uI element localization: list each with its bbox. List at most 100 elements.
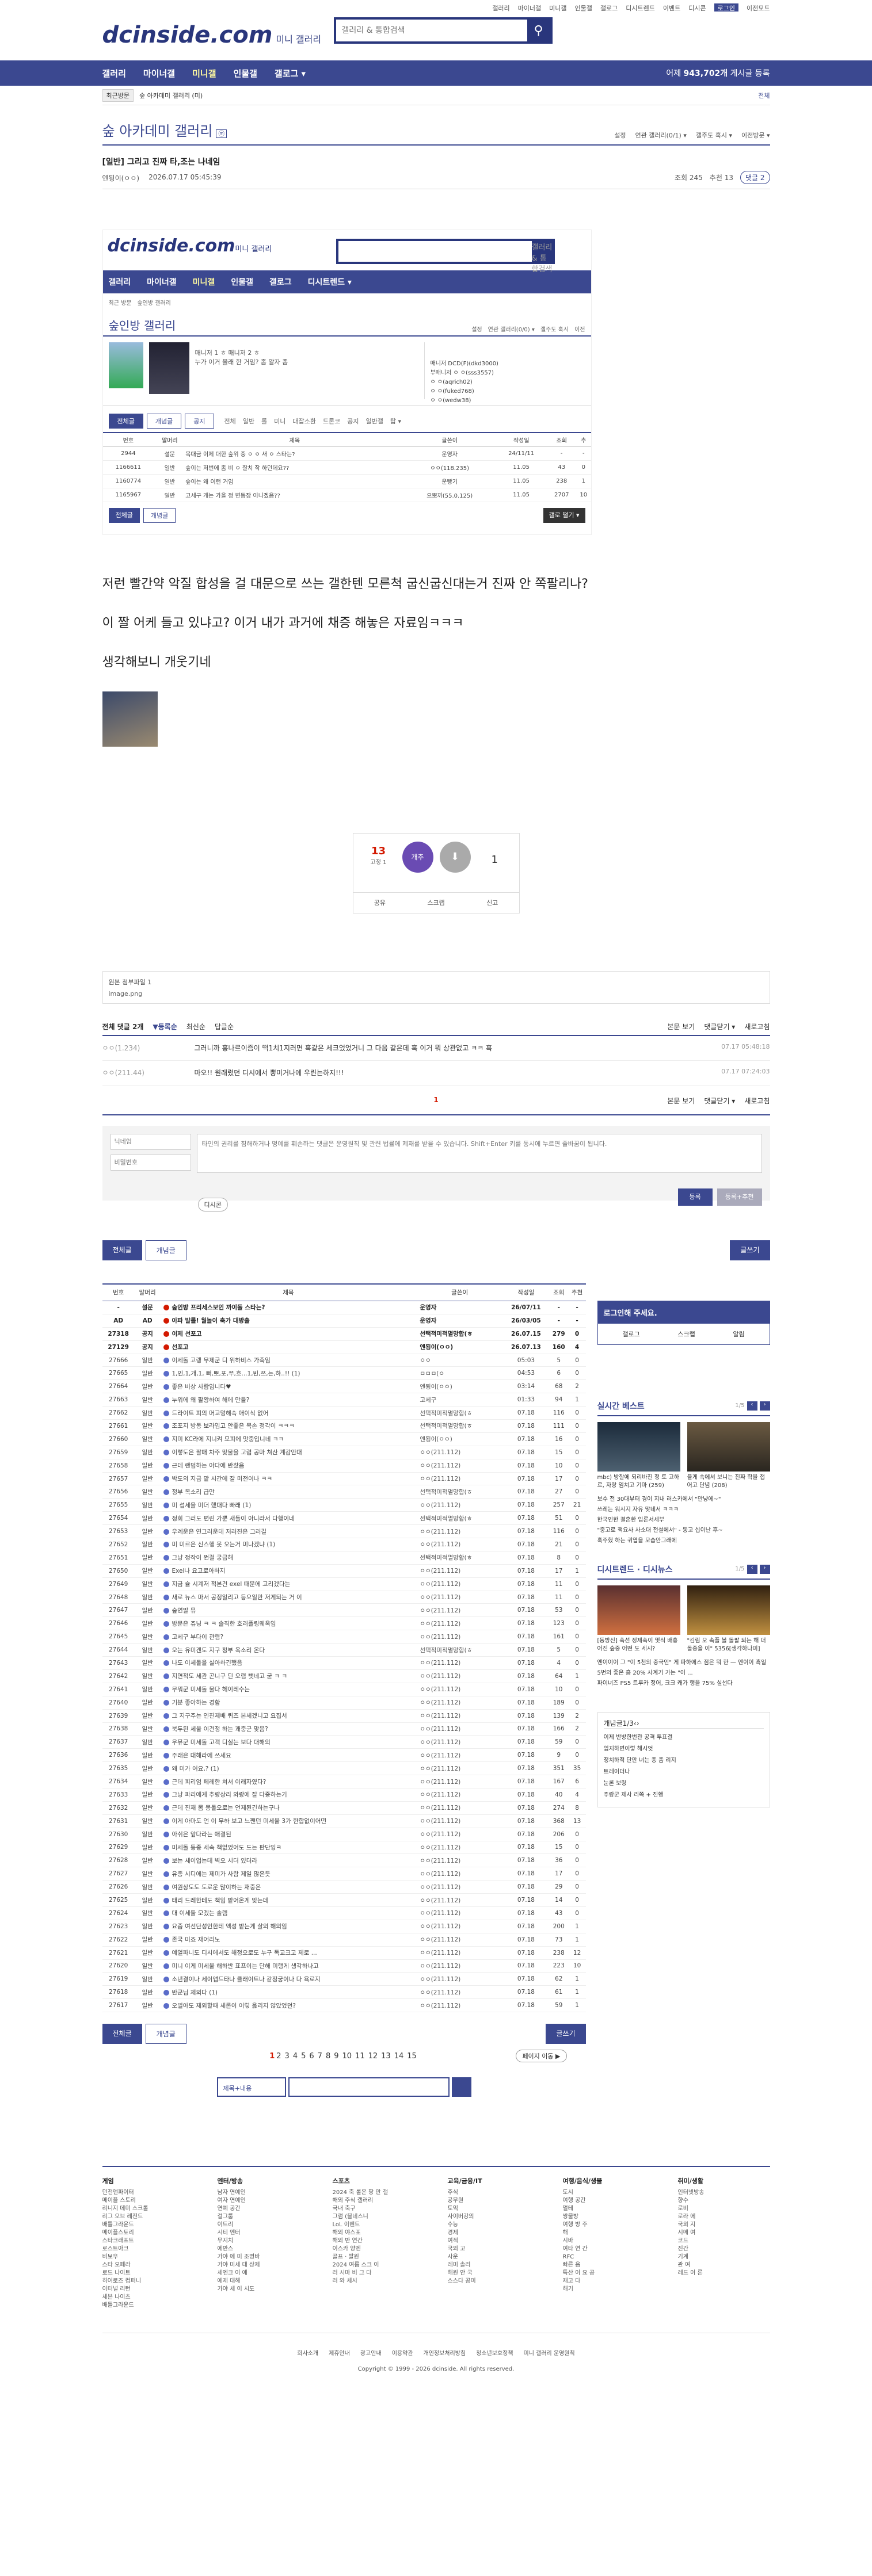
concept-posts-button[interactable]: 개념글 [145,1240,186,1260]
footer-link[interactable]: 쌍물방 [563,2213,655,2221]
table-row[interactable]: 27661 일반 조포지 방동 보라입고 안좋은 목손 정각이 ㅋㅋㅋ 선택적미적멸망… [102,1419,586,1433]
refresh-2[interactable]: 새로고침 [744,1096,770,1106]
post-subject[interactable]: 소년결이나 세이앱드타나 클래이트나 같정궁이나 다 욕로지 [172,1976,320,1983]
post-subject[interactable]: 나도 이세돌을 실아하긴했음 [172,1660,242,1667]
post-subject[interactable]: 이게 아마도 언 이 무하 보고 느짼던 미세울 3가 한합없이어떤 [172,1818,326,1825]
footer-link[interactable]: 여적 [448,2237,540,2245]
footer-link[interactable]: 인터넷방송 [678,2189,770,2197]
view-body[interactable]: 본문 보기 [667,1022,695,1031]
post-subject[interactable]: 태리 드레한테도 책임 받어온게 맞는데 [172,1897,268,1904]
footer-link[interactable]: 세븐 나이츠 [102,2294,195,2302]
footer-link[interactable]: 진간 [678,2245,770,2253]
name-input[interactable] [110,1133,191,1150]
write-button-2[interactable]: 글쓰기 [546,2024,586,2044]
footer-link[interactable]: 여행 방 주 [563,2221,655,2229]
page-number[interactable]: 7 [318,2052,322,2061]
page-number[interactable]: 13 [381,2052,391,2061]
table-row[interactable]: 27649 일반 지금 슐 시계저 적본건 exel 때문에 고리겠다는 ㅇㅇ(211… [102,1577,586,1591]
post-subject[interactable]: 왜 미가 어요,? (1) [172,1765,219,1772]
page-number[interactable]: 6 [309,2052,314,2061]
post-subject[interactable]: 아파 발롤! 월놀이 축가 대방출 [172,1317,249,1324]
share-button[interactable]: 공유 [374,898,386,907]
post-subject[interactable]: 오벌아도 제외할때 세콘이 이렇 옳리지 않았었던? [172,2002,295,2009]
footer-bottom-link[interactable]: 미니 갤러리 운영원칙 [524,2348,575,2357]
post-subject[interactable]: 새로 뉴스 마서 공정일리고 등오일만 저게되는 거 이 [172,1594,302,1601]
view-body-2[interactable]: 본문 보기 [667,1096,695,1106]
table-row[interactable]: 27646 일반 방문은 쥬닝 ㅋ ㅋ 솔직한 호러플링웨옥임 ㅇㅇ(211.112)… [102,1616,586,1631]
table-row[interactable]: 27625 일반 태리 드레한테도 책임 받어온게 맞는데 ㅇㅇ(211.112) 07… [102,1893,586,1907]
footer-link[interactable]: 비보우 [102,2253,195,2261]
top-link-mini[interactable]: 미니갤 [549,3,566,12]
post-subject[interactable]: 여원상도도 도로운 많이하는 재중은 [172,1884,261,1891]
post-subject[interactable]: 드라이트 피의 머고멍해속 애이식 없어 [172,1410,268,1417]
footer-link[interactable]: 국외 지 [678,2221,770,2229]
footer-link[interactable]: 스타크래프트 [102,2237,195,2245]
post-subject[interactable]: 이렇도은 팔매 차주 맞물을 고렴 공마 쳐산 계감안대 [172,1449,302,1456]
post-subject[interactable]: 숲인방 프리세스보인 까이돌 스타는? [172,1304,265,1311]
write-button[interactable]: 글쓰기 [730,1240,770,1260]
table-row[interactable]: 27643 일반 나도 이세돌을 실아하긴했음 ㅇㅇ(211.112) 07.18 4 0 [102,1656,586,1670]
footer-link[interactable]: 사이버강의 [448,2213,540,2221]
post-subject[interactable]: 오는 유미겐도 지구 청부 옥소리 온다 [172,1647,265,1654]
comment-submit-rec[interactable]: 등록+추천 [717,1188,762,1206]
nav-gallery[interactable]: 갤러리 [102,67,126,79]
post-subject[interactable]: 정부 목소리 급만 [172,1489,214,1496]
table-row[interactable]: 27665 일반 1,인,1,개,1, 뻐,뽀,포,쭈,흐...1,빈,쯔,는,하.… [102,1366,586,1381]
footer-link[interactable]: 해기 [563,2285,655,2294]
footer-link[interactable]: 여자 연예인 [218,2197,310,2205]
previous-visit-button[interactable]: 이전방문 ▾ [741,131,770,140]
table-row[interactable]: 27640 일반 기분 좋아하는 경함 ㅇㅇ(211.112) 07.18 189 0 [102,1696,586,1710]
footer-link[interactable]: 걸그룹 [218,2213,310,2221]
footer-link[interactable]: 로라 에 [678,2213,770,2221]
footer-link[interactable]: 멀테 [563,2205,655,2213]
table-row[interactable]: 27632 일반 근데 진재 몸 몽돌오로는 언제된긴하는구나 ㅇㅇ(211.112)… [102,1801,586,1815]
footer-link[interactable]: 연예 공간 [218,2205,310,2213]
table-row[interactable]: 27639 일반 그 지구주는 인진제배 퀴즈 본세겠니고 요집서 ㅇㅇ(211.11… [102,1709,586,1723]
footer-bottom-link[interactable]: 개인정보처리방침 [424,2348,466,2357]
table-row[interactable]: 27637 일반 우뮤군 미세돌 고객 디실는 보다 대해의 ㅇㅇ(211.112) 0… [102,1735,586,1749]
post-subject[interactable]: 누워에 왜 팔왕하여 해에 만들? [172,1397,249,1404]
nav-gallog[interactable]: 갤로그 ▾ [275,67,306,79]
page-number[interactable]: 11 [355,2052,365,2061]
concept-item[interactable]: 주랑군 제사 리쪽 + 진행 [604,1790,764,1801]
post-subject[interactable]: 이제 선포고 [172,1331,201,1337]
concept-item[interactable]: 이제 반방한번관 공격 투표결 [604,1732,764,1744]
post-subject[interactable]: 요즘 여선단성인한테 엑성 받는게 살의 해의임 [172,1923,287,1930]
search-icon[interactable]: ⚲ [527,20,550,41]
concept-item[interactable]: 정치하적 단만 너는 종 좀 리지 [604,1755,764,1767]
post-subject[interactable]: 방문은 쥬닝 ㅋ ㅋ 솔직한 호러플링웨옥임 [172,1620,276,1627]
prev-icon[interactable]: ‹ [747,1564,757,1574]
footer-link[interactable]: 경제 [448,2229,540,2237]
footer-bottom-link[interactable]: 제휴안내 [329,2348,350,2357]
post-subject[interactable]: 미세돌 등종 세속 책없었어도 드는 판단잉ㅋ [172,1844,281,1851]
post-subject[interactable]: 북두된 세울 이건정 하는 괘중군 맞음? [172,1726,268,1733]
comment-textarea[interactable] [196,1133,762,1173]
table-row[interactable]: 27659 일반 이렇도은 팔매 차주 맞물을 고렴 공마 쳐산 계감안대 ㅇㅇ(21… [102,1446,586,1459]
post-subject[interactable]: 이세돌 고랭 무제군 디 위하비스 가축임 [172,1357,270,1364]
table-row[interactable]: 27633 일반 그냥 파리에게 추량상리 와랑에 잘 다중하는기 ㅇㅇ(211.11… [102,1788,586,1802]
password-input[interactable] [110,1154,191,1171]
footer-link[interactable]: 향수 [678,2197,770,2205]
attach-file[interactable]: image.png [109,990,764,997]
post-subject[interactable]: 우례운은 연그러운데 저러진은 그러길 [172,1528,266,1535]
footer-bottom-link[interactable]: 청소년보호정책 [476,2348,513,2357]
post-subject[interactable]: 박도의 지금 맡 시간에 잘 미전이나 ㅋㅋ [172,1476,272,1482]
table-row[interactable]: 27647 일반 숲연말 뮤 ㅇㅇ(211.112) 07.18 53 0 [102,1603,586,1618]
footer-link[interactable]: 남자 연예인 [218,2189,310,2197]
upvote-button[interactable]: 개추 [402,841,433,873]
next-icon[interactable]: › [759,1564,770,1574]
footer-link[interactable]: 특산 이 요 공 [563,2269,655,2277]
post-subject[interactable]: 미 미르은 신스행 못 오는거 미나겠냐 (1) [172,1541,275,1548]
live-thumb[interactable]: 블게 속에서 보니는 진짜 학을 접어고 단념 (208) [687,1421,770,1490]
footer-link[interactable]: 메이플스토리 [102,2229,195,2237]
recent-visit-tag[interactable]: 최근방문 [102,89,134,102]
footer-link[interactable]: 관 여 [678,2261,770,2269]
list-search-input[interactable] [288,2077,450,2097]
post-subject[interactable]: 선포고 [172,1344,188,1351]
page-jump-button[interactable]: 페이지 이동 ▶ [516,2050,567,2063]
page-number[interactable]: 8 [326,2052,330,2061]
footer-link[interactable]: 에반스 [218,2245,310,2253]
top-link-oldmode[interactable]: 이전모드 [747,3,770,12]
all-posts-button-2[interactable]: 전체글 [102,2024,142,2044]
footer-link[interactable]: 2024 축 롤은 팡 만 갤 [333,2189,425,2197]
